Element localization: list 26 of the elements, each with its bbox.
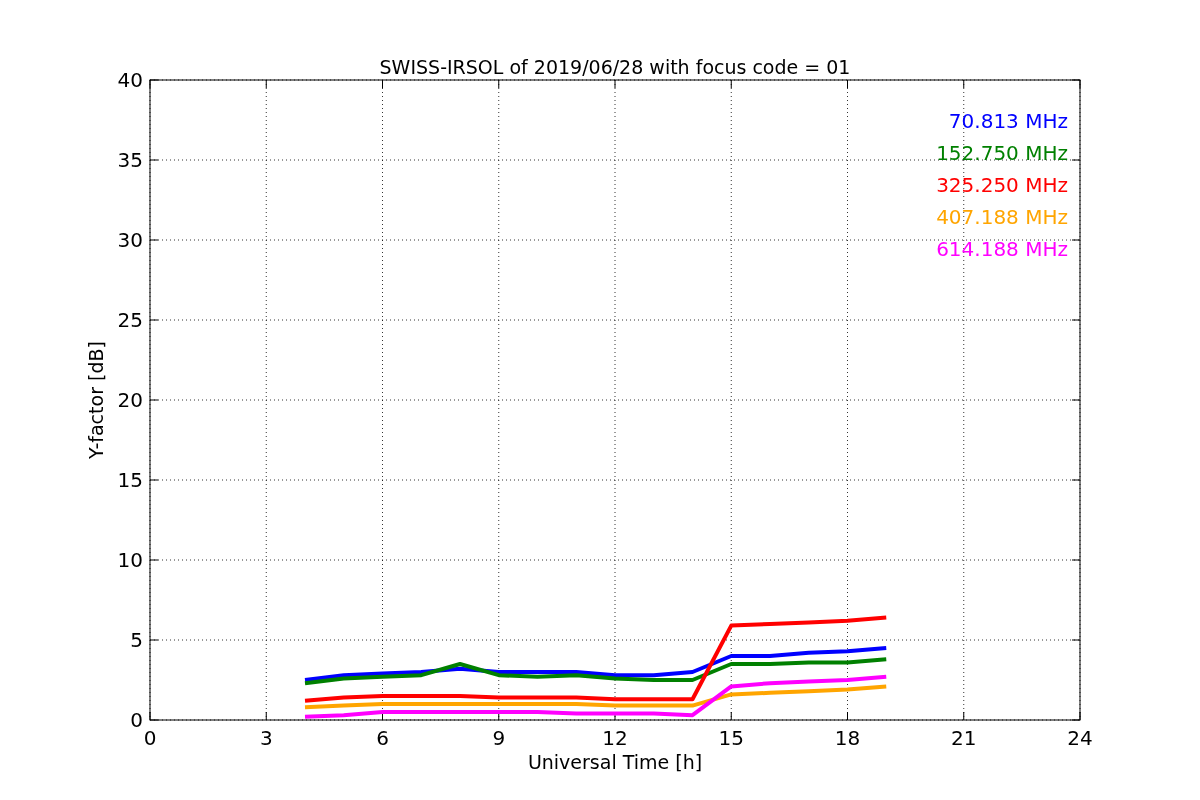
y-tick-label: 0 <box>130 708 143 732</box>
x-tick-label: 21 <box>951 726 977 750</box>
legend-label: 407.188 MHz <box>936 205 1068 229</box>
legend-label: 614.188 MHz <box>936 237 1068 261</box>
y-tick-label: 35 <box>117 148 143 172</box>
legend-label: 325.250 MHz <box>936 173 1068 197</box>
legend-label: 152.750 MHz <box>936 141 1068 165</box>
x-tick-label: 3 <box>259 726 273 750</box>
y-tick-label: 5 <box>130 628 143 652</box>
chart-title: SWISS-IRSOL of 2019/06/28 with focus code = 01 <box>379 56 851 78</box>
x-tick-label: 0 <box>143 726 157 750</box>
x-tick-label: 6 <box>376 726 389 750</box>
y-tick-label: 15 <box>117 468 143 492</box>
y-tick-label: 25 <box>117 308 143 332</box>
y-tick-label: 30 <box>117 228 143 252</box>
x-axis-label: Universal Time [h] <box>527 751 703 773</box>
y-axis-label: Y-factor [dB] <box>85 341 107 459</box>
y-tick-label: 20 <box>117 388 143 412</box>
x-tick-label: 12 <box>602 726 628 750</box>
y-tick-label: 40 <box>117 68 143 92</box>
y-tick-label: 10 <box>117 548 143 572</box>
x-tick-label: 15 <box>718 726 744 750</box>
x-tick-label: 24 <box>1067 726 1093 750</box>
x-tick-label: 9 <box>492 726 506 750</box>
x-tick-label: 18 <box>834 726 861 750</box>
legend-label: 70.813 MHz <box>948 109 1068 133</box>
